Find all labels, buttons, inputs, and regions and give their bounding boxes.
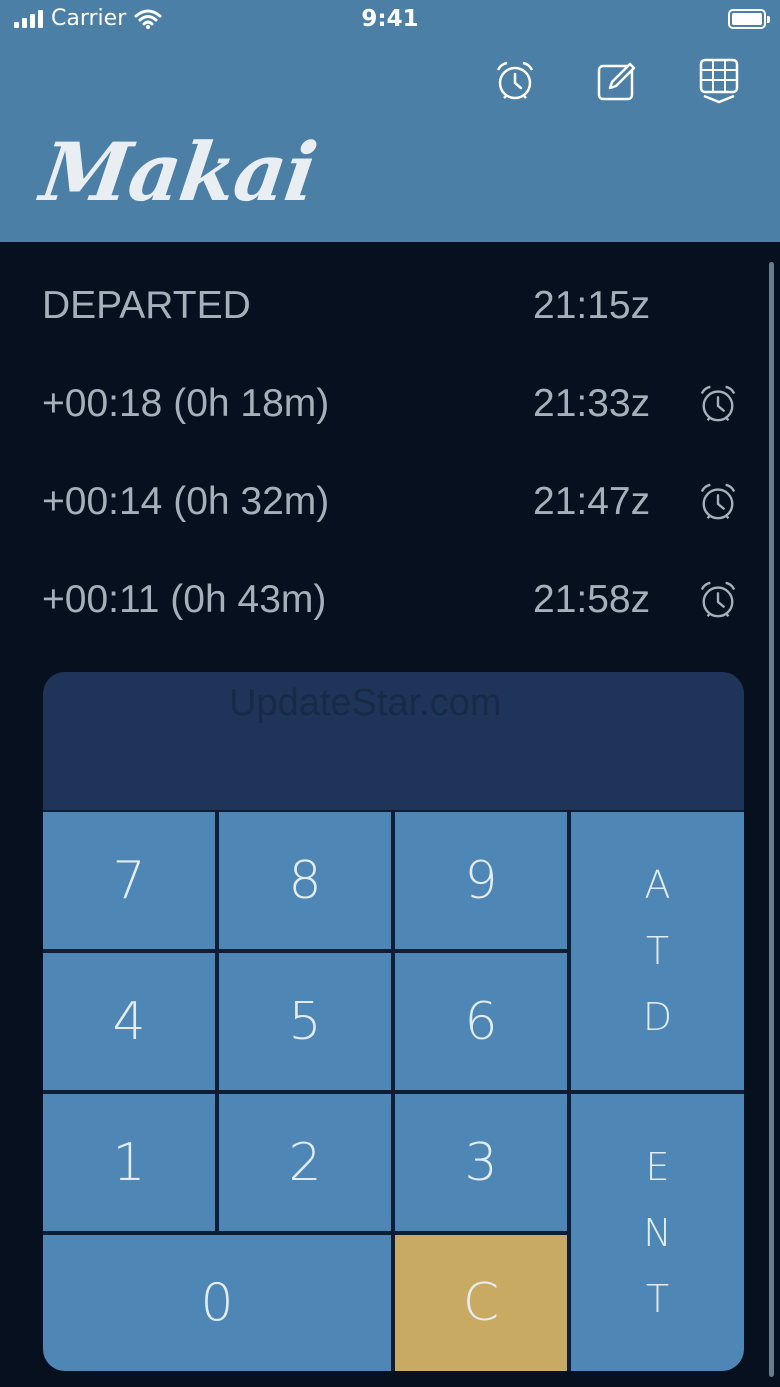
clear-button[interactable]: C — [395, 1235, 567, 1371]
scrollbar[interactable] — [769, 262, 774, 1377]
atd-letter: T — [645, 929, 670, 973]
checkpoint-time: 21:47z — [533, 480, 651, 523]
key-6[interactable]: 6 — [395, 953, 567, 1090]
status-bar: Carrier 9:41 — [0, 0, 780, 40]
entry-display: UpdateStar.com — [43, 672, 744, 810]
alarm-icon[interactable] — [698, 482, 738, 522]
edit-button[interactable] — [592, 56, 642, 106]
app-header: Carrier 9:41 Makai — [0, 0, 780, 242]
app-logo: Makai — [35, 125, 322, 219]
checkpoint-time: 21:58z — [533, 578, 651, 621]
key-2[interactable]: 2 — [219, 1094, 391, 1231]
atd-letter: A — [644, 863, 671, 907]
checkpoint-label: DEPARTED — [42, 284, 251, 327]
checkpoint-label: +00:14 (0h 32m) — [42, 480, 330, 523]
grid-dropdown-icon — [699, 58, 739, 104]
alarm-icon[interactable] — [698, 384, 738, 424]
watermark: UpdateStar.com — [229, 682, 502, 724]
list-item[interactable]: +00:14 (0h 32m) 21:47z — [0, 472, 780, 532]
list-item[interactable]: +00:11 (0h 43m) 21:58z — [0, 570, 780, 630]
alarm-button[interactable] — [490, 56, 540, 106]
ent-letter: E — [645, 1144, 670, 1189]
checkpoint-label: +00:11 (0h 43m) — [42, 578, 327, 621]
key-9[interactable]: 9 — [395, 812, 567, 949]
key-8[interactable]: 8 — [219, 812, 391, 949]
alarm-icon[interactable] — [698, 580, 738, 620]
key-1[interactable]: 1 — [43, 1094, 215, 1231]
list-item[interactable]: +00:18 (0h 18m) 21:33z — [0, 374, 780, 434]
key-3[interactable]: 3 — [395, 1094, 567, 1231]
key-4[interactable]: 4 — [43, 953, 215, 1090]
ent-letter: N — [643, 1210, 672, 1255]
timetable-button[interactable] — [694, 56, 744, 106]
status-time: 9:41 — [361, 6, 419, 32]
edit-icon — [597, 62, 636, 101]
key-0[interactable]: 0 — [43, 1235, 391, 1371]
atd-letter: D — [642, 995, 673, 1039]
ent-letter: T — [645, 1276, 670, 1321]
checkpoint-time: 21:15z — [533, 284, 651, 327]
toolbar — [490, 56, 744, 106]
checkpoint-label: +00:18 (0h 18m) — [42, 382, 330, 425]
atd-button[interactable]: A T D — [571, 812, 744, 1090]
alarm-icon — [496, 61, 534, 100]
battery-icon — [728, 9, 770, 29]
enter-button[interactable]: E N T — [571, 1094, 744, 1371]
keypad: UpdateStar.com 7 8 9 4 5 6 1 2 3 0 C A T… — [43, 672, 744, 1371]
checkpoint-time: 21:33z — [533, 382, 651, 425]
key-5[interactable]: 5 — [219, 953, 391, 1090]
key-7[interactable]: 7 — [43, 812, 215, 949]
list-item[interactable]: DEPARTED 21:15z — [0, 276, 780, 336]
